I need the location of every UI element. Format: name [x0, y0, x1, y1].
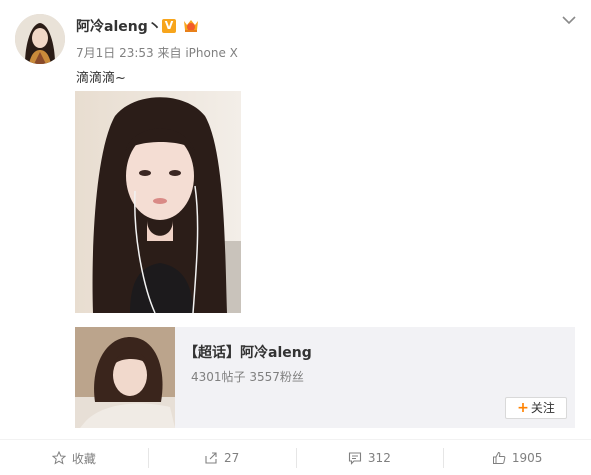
favorite-label: 收藏	[71, 451, 96, 466]
follow-label: 关注	[530, 401, 555, 415]
chevron-down-icon[interactable]	[561, 12, 577, 28]
plus-icon: +	[517, 400, 529, 416]
repost-count: 27	[223, 451, 240, 465]
avatar-image	[15, 14, 65, 64]
favorite-button[interactable]: 收藏	[0, 440, 148, 475]
post-photo-image	[75, 91, 241, 313]
post-meta: 7月1日 23:53 来自 iPhone X	[76, 44, 238, 61]
post-source: iPhone X	[185, 46, 238, 60]
super-topic-thumbnail	[75, 327, 175, 428]
super-topic-stats: 4301帖子 3557粉丝	[191, 370, 304, 384]
star-icon	[51, 451, 66, 465]
weibo-post-card: 阿冷aleng丶 V 7月1日 23:53 来自 iPhone X 滴滴滴~ 【…	[0, 0, 591, 475]
thumbs-up-icon	[492, 451, 506, 464]
super-topic-title[interactable]: 【超话】阿冷aleng	[184, 342, 312, 362]
comment-button[interactable]: 312	[295, 440, 444, 475]
avatar[interactable]	[15, 14, 65, 64]
action-bar: 收藏 27 312 1905	[0, 439, 591, 475]
like-count: 1905	[511, 451, 543, 465]
comment-icon	[348, 452, 361, 465]
post-text: 滴滴滴~	[76, 71, 126, 86]
repost-button[interactable]: 27	[147, 440, 296, 475]
super-topic-card[interactable]: 【超话】阿冷aleng 4301帖子 3557粉丝 + 关注	[75, 327, 575, 428]
super-topic-thumbnail-image	[75, 327, 175, 428]
post-photo[interactable]	[75, 91, 241, 313]
source-prefix: 来自	[157, 46, 182, 60]
post-time[interactable]: 7月1日 23:53	[76, 46, 154, 60]
username[interactable]: 阿冷aleng丶	[76, 16, 162, 36]
comment-count: 312	[367, 451, 391, 465]
follow-button[interactable]: + 关注	[505, 397, 567, 419]
like-button[interactable]: 1905	[443, 440, 591, 475]
verified-badge-icon[interactable]: V	[162, 19, 176, 33]
repost-icon	[205, 452, 217, 464]
vip-level-icon[interactable]	[182, 18, 200, 34]
